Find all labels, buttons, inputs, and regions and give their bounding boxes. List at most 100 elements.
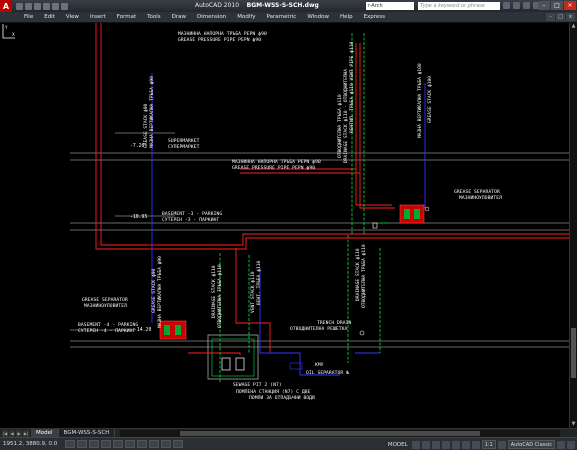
trench-drain-label-en: TRENCH DRAIN <box>317 321 352 326</box>
stack-label-en: DRAINAGE STACK ф110 <box>356 248 361 301</box>
svg-text:Y: Y <box>4 25 8 30</box>
drawing-canvas[interactable]: Y X МАЗНИННА НАПОРНА ТРЪБА PEPN ф90 GREA… <box>0 23 577 428</box>
pan-icon[interactable] <box>431 440 440 449</box>
save-icon[interactable] <box>34 2 41 10</box>
scroll-down-icon[interactable]: ▼ <box>570 421 577 428</box>
floor-name-en: SUPERMARKET <box>168 139 200 144</box>
grease-separator-left <box>159 320 187 340</box>
menu-format[interactable]: Format <box>117 14 136 20</box>
first-tab-icon[interactable]: |◀ <box>2 429 8 437</box>
new-icon[interactable] <box>16 2 23 10</box>
fixture <box>359 330 365 336</box>
sewage-pit-label-bg: ПОМПИ ЗА ОТПАДЪЧНИ ВОДИ <box>249 396 315 401</box>
grease-separator-label-en: GREASE SEPARATOR <box>82 298 128 303</box>
communication-icon[interactable] <box>523 2 530 9</box>
prev-tab-icon[interactable]: ◀ <box>9 429 15 437</box>
subscription-icon[interactable] <box>513 2 520 9</box>
showmotion-icon[interactable] <box>461 440 470 449</box>
app-name: AutoCAD 2010 <box>195 2 240 9</box>
menu-tools[interactable]: Tools <box>147 14 161 20</box>
application-menu-button[interactable]: A <box>0 0 12 12</box>
doc-minimize-button[interactable]: – <box>546 13 555 21</box>
grid-toggle-icon[interactable] <box>77 440 87 448</box>
menu-view[interactable]: View <box>66 14 79 20</box>
clean-screen-icon[interactable] <box>567 440 575 449</box>
tab-navigation: |◀ ◀ ▶ ▶| <box>0 429 31 437</box>
model-space-button[interactable]: MODEL <box>386 442 410 448</box>
zoom-icon[interactable] <box>441 440 450 449</box>
tab-layout[interactable]: BGM-WSS-S-SCH <box>59 429 116 437</box>
ducs-toggle-icon[interactable] <box>137 440 147 448</box>
menu-file[interactable]: File <box>24 14 33 20</box>
grease-pipe <box>188 352 241 355</box>
next-tab-icon[interactable]: ▶ <box>16 429 22 437</box>
qp-toggle-icon[interactable] <box>173 440 183 448</box>
minimize-button[interactable]: – <box>538 1 550 10</box>
annotation-visibility-icon[interactable] <box>497 440 506 449</box>
steering-wheel-icon[interactable] <box>451 440 460 449</box>
otrack-toggle-icon[interactable] <box>125 440 135 448</box>
scroll-thumb[interactable] <box>571 328 576 378</box>
sewage-pit <box>207 334 259 380</box>
grease-separator-label-bg: МАЗНИНОУЛОВИТЕЛ <box>84 304 127 309</box>
lock-icon[interactable] <box>557 440 565 449</box>
menu-window[interactable]: Window <box>307 14 329 20</box>
grease-pipe <box>355 43 392 206</box>
close-button[interactable]: × <box>564 1 576 10</box>
menu-insert[interactable]: Insert <box>90 14 106 20</box>
stack-label-en: DRAINAGE STACK ф110 - ОТВОДНИТЕЛНА <box>344 68 349 163</box>
dyn-toggle-icon[interactable] <box>149 440 159 448</box>
maximize-button[interactable]: □ <box>551 1 563 10</box>
stack-label-en: VENT STACK ф110 <box>251 271 256 314</box>
quick-view-drawings-icon[interactable] <box>421 440 430 449</box>
last-tab-icon[interactable]: ▶| <box>23 429 29 437</box>
coordinates-readout[interactable]: 1951.2, 3880.9, 0.0 <box>3 441 63 447</box>
sewage-pit-label-bg: ПОМПЕНА СТАНЦИЯ (N7) С ДВЕ <box>236 390 311 395</box>
stack-label-bg: ВЕНТ. ТРЪБА ф110 <box>257 260 262 305</box>
doc-close-button[interactable]: × <box>566 13 575 21</box>
lwt-toggle-icon[interactable] <box>161 440 171 448</box>
osnap-toggle-icon[interactable] <box>113 440 123 448</box>
sewage-pit-label-en: SEWAGE PIT 2 (N7) <box>233 383 282 388</box>
tab-model[interactable]: Model <box>31 429 59 437</box>
stack-label-bg: МАЗНА ВЕРТИКАЛНА ТРЪБА ф100 <box>418 63 423 138</box>
window-title: AutoCAD 2010 BGM-WSS-S-SCH.dwg <box>195 2 319 9</box>
undo-icon[interactable] <box>43 2 50 10</box>
fixture <box>372 222 378 229</box>
menu-dimension[interactable]: Dimension <box>197 14 226 20</box>
snap-toggle-icon[interactable] <box>65 440 75 448</box>
vertical-scrollbar[interactable]: ▲ ▼ <box>569 23 577 428</box>
ortho-toggle-icon[interactable] <box>89 440 99 448</box>
annotation-scale-dropdown[interactable]: 1:1 <box>481 440 496 449</box>
scroll-thumb[interactable] <box>180 431 480 436</box>
blue-pipes <box>151 73 426 376</box>
polar-toggle-icon[interactable] <box>101 440 111 448</box>
level-marker: -7.20 <box>130 144 145 149</box>
menu-edit[interactable]: Edit <box>44 14 55 20</box>
window-controls: – □ × <box>538 1 576 10</box>
doc-restore-button[interactable]: □ <box>556 13 565 21</box>
plot-icon[interactable] <box>61 2 68 10</box>
drawing-geometry <box>70 23 577 383</box>
menu-modify[interactable]: Modify <box>237 14 255 20</box>
annotation-scale-icon <box>471 440 480 449</box>
redo-icon[interactable] <box>52 2 59 10</box>
trench-drain-label-bg: ОТВОДНИТЕЛНА РЕШЕТКА <box>290 327 348 332</box>
pit-inner <box>211 338 255 377</box>
workspace-dropdown[interactable]: AutoCAD Classic <box>507 440 555 449</box>
workspace-field[interactable]: r-Arch <box>366 2 414 10</box>
quick-view-layouts-icon[interactable] <box>411 440 420 449</box>
search-input[interactable]: Type a keyword or phrase <box>418 2 500 10</box>
document-window-controls: – □ × <box>546 13 575 21</box>
menu-draw[interactable]: Draw <box>172 14 186 20</box>
menu-express[interactable]: Express <box>364 14 385 20</box>
menu-help[interactable]: Help <box>340 14 353 20</box>
search-icon[interactable] <box>503 2 510 9</box>
floor-slabs <box>70 132 577 348</box>
menu-parametric[interactable]: Parametric <box>267 14 297 20</box>
open-icon[interactable] <box>25 2 32 10</box>
stack-label-bg: ОТВОДНИТЕЛНА ТРЪБА ф110 <box>338 94 343 158</box>
pipe-label-en: GREASE PRESSURE PIPE PEPN ф90 <box>232 166 316 171</box>
scroll-up-icon[interactable]: ▲ <box>570 23 577 30</box>
horizontal-scrollbar[interactable] <box>120 430 560 437</box>
